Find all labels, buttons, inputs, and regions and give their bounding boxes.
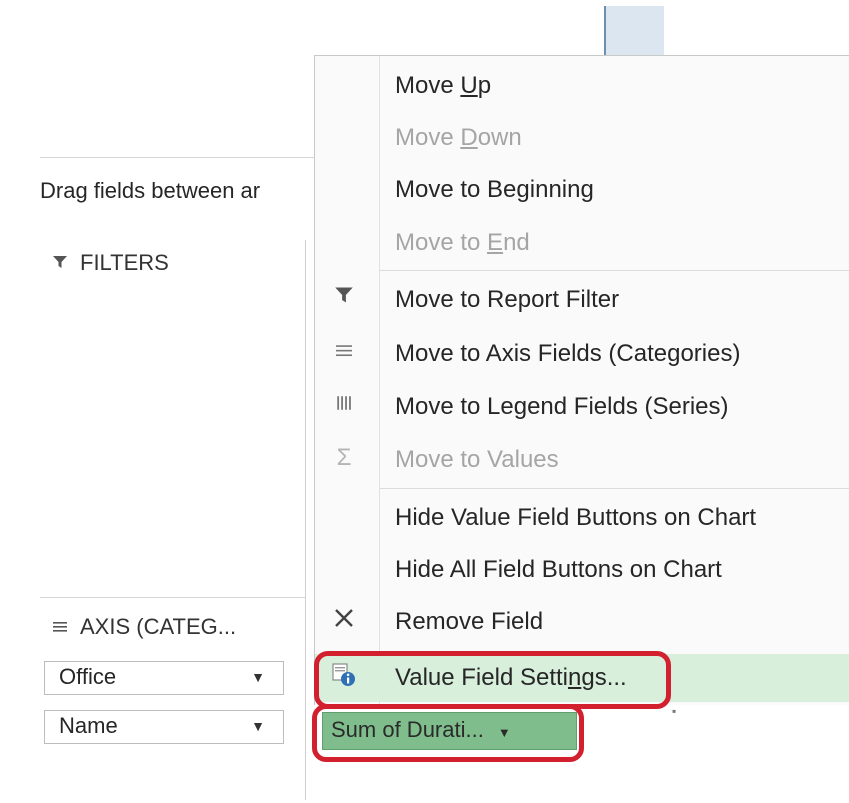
menu-item-label: Move to Beginning	[395, 176, 594, 203]
menu-item-move-to-report-filter[interactable]: Move to Report Filter	[315, 276, 849, 324]
menu-item-label: Move to Values	[395, 446, 559, 473]
filters-label: FILTERS	[80, 250, 169, 275]
field-name: Office	[59, 664, 117, 689]
field-context-menu: Move Up Move Down Move to Beginning Move…	[314, 55, 849, 706]
menu-item-move-to-axis-fields[interactable]: Move to Axis Fields (Categories)	[315, 330, 849, 378]
axis-label: AXIS (CATEG...	[80, 614, 237, 639]
menu-item-label: Move Up	[395, 72, 492, 99]
filters-area-title: FILTERS	[52, 250, 169, 276]
menu-item-label: Move to Report Filter	[395, 286, 620, 313]
dropdown-arrow-icon[interactable]: ▼	[251, 718, 265, 734]
axis-area-title: AXIS (CATEG...	[52, 614, 236, 640]
divider	[40, 157, 314, 158]
list-lines-icon	[329, 338, 359, 366]
menu-item-move-to-values: Σ Move to Values	[315, 436, 849, 484]
menu-separator	[379, 270, 849, 271]
menu-item-remove-field[interactable]: Remove Field	[315, 598, 849, 646]
columns-icon	[329, 391, 359, 419]
menu-item-move-down: Move Down	[315, 114, 849, 162]
axis-field-name[interactable]: Name ▼	[44, 710, 284, 744]
filter-icon	[52, 250, 80, 276]
menu-item-label: Remove Field	[395, 608, 544, 635]
close-x-icon	[329, 606, 359, 637]
menu-item-hide-all-field-buttons[interactable]: Hide All Field Buttons on Chart	[315, 546, 849, 594]
list-lines-icon	[52, 614, 80, 640]
menu-item-label: Move to End	[395, 229, 530, 256]
menu-item-label: Move to Axis Fields (Categories)	[395, 340, 741, 367]
menu-separator	[379, 488, 849, 489]
areas-divider	[305, 240, 306, 800]
menu-item-hide-value-field-buttons[interactable]: Hide Value Field Buttons on Chart	[315, 494, 849, 542]
axis-field-office[interactable]: Office ▼	[44, 661, 284, 695]
menu-item-label: Move to Legend Fields (Series)	[395, 393, 729, 420]
menu-item-move-to-legend-fields[interactable]: Move to Legend Fields (Series)	[315, 383, 849, 431]
menu-item-move-up[interactable]: Move Up	[315, 62, 849, 110]
menu-item-label: Hide All Field Buttons on Chart	[395, 556, 722, 583]
menu-item-label: Move Down	[395, 124, 522, 151]
menu-item-move-to-end: Move to End	[315, 219, 849, 267]
chart-area-edge	[604, 6, 664, 56]
divider	[40, 597, 305, 598]
field-name: Name	[59, 713, 118, 738]
annotation-outline	[314, 651, 671, 709]
dropdown-arrow-icon[interactable]: ▼	[251, 669, 265, 685]
pivot-chart-fields-pane: Drag fields between ar FILTERS AXIS (CAT…	[0, 0, 849, 803]
menu-item-move-to-beginning[interactable]: Move to Beginning	[315, 166, 849, 214]
annotation-outline	[312, 704, 584, 762]
drag-fields-instruction: Drag fields between ar	[40, 178, 261, 203]
sigma-icon: Σ	[336, 444, 352, 471]
filter-icon	[329, 284, 359, 312]
menu-item-label: Hide Value Field Buttons on Chart	[395, 504, 757, 531]
resize-grip-icon: ▪	[672, 704, 677, 718]
